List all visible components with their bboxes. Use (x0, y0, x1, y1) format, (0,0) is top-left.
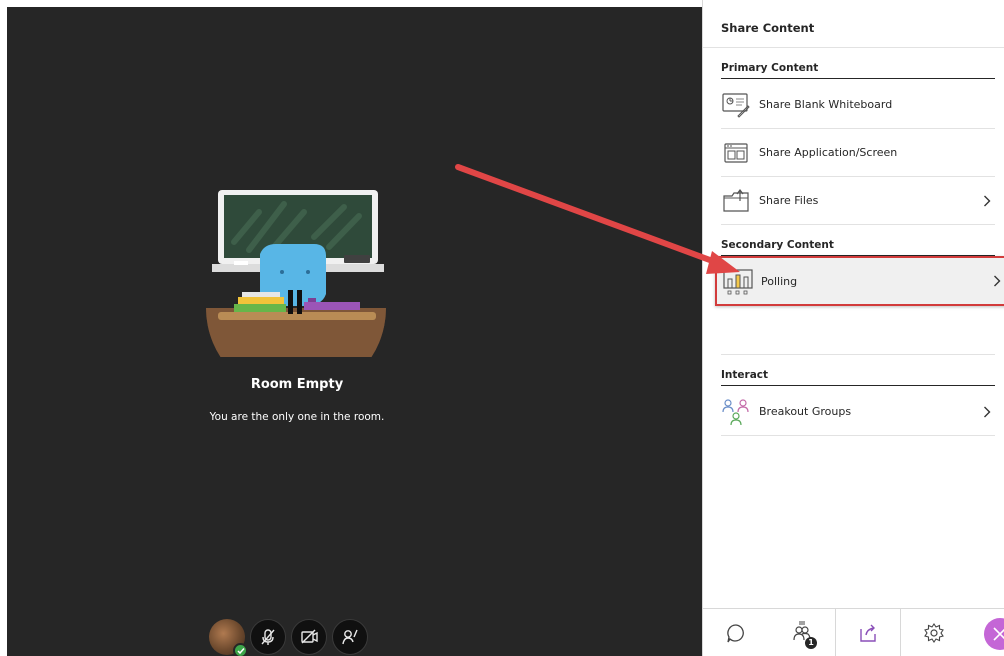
share-application-screen-item[interactable]: Share Application/Screen (721, 129, 995, 177)
section-interact: Interact (721, 369, 995, 386)
close-icon (993, 627, 1004, 641)
settings-icon (924, 622, 944, 643)
empty-room-illustration (206, 190, 386, 357)
polling-item[interactable]: Polling (715, 256, 1004, 306)
panel-bottom-bar: 1 (703, 608, 1004, 656)
section-secondary-content: Secondary Content (721, 239, 995, 256)
attendees-tab[interactable]: 1 (769, 609, 835, 656)
status-check-icon (233, 643, 248, 656)
chat-tab[interactable] (703, 609, 769, 656)
camera-off-icon (301, 629, 318, 644)
share-content-panel: Share Content Primary Content Share Blan… (702, 0, 1004, 656)
screen-share-icon (721, 138, 751, 168)
folder-icon (721, 186, 751, 216)
user-avatar[interactable] (209, 619, 248, 656)
chevron-right-icon (981, 194, 993, 208)
share-application-screen-label: Share Application/Screen (759, 146, 898, 159)
raise-hand-icon (342, 629, 358, 645)
close-panel-button[interactable] (984, 618, 1004, 650)
section-primary-content: Primary Content (721, 62, 995, 79)
breakout-groups-label: Breakout Groups (759, 405, 852, 418)
chevron-right-icon (991, 274, 1003, 288)
breakout-groups-item[interactable]: Breakout Groups (721, 388, 995, 436)
share-content-icon (860, 624, 876, 642)
panel-divider (703, 47, 1004, 48)
attendee-count-badge: 1 (805, 636, 817, 649)
share-files-item[interactable]: Share Files (721, 177, 995, 225)
camera-toggle-button[interactable] (291, 619, 327, 655)
media-controls (209, 617, 368, 656)
share-blank-whiteboard-label: Share Blank Whiteboard (759, 98, 893, 111)
chat-icon (727, 623, 744, 642)
polling-icon (723, 266, 753, 296)
section-divider (721, 354, 995, 355)
whiteboard-icon (721, 90, 751, 120)
chevron-right-icon (981, 405, 993, 419)
microphone-toggle-button[interactable] (250, 619, 286, 655)
raise-hand-button[interactable] (332, 619, 368, 655)
microphone-off-icon (261, 629, 275, 645)
share-content-tab[interactable] (835, 608, 901, 656)
room-empty-title: Room Empty (250, 377, 344, 392)
main-stage: Room Empty You are the only one in the r… (7, 7, 702, 656)
share-files-label: Share Files (759, 194, 819, 207)
panel-title: Share Content (721, 21, 815, 35)
collaborate-app: Room Empty You are the only one in the r… (0, 0, 1004, 656)
breakout-groups-icon (721, 397, 751, 427)
settings-tab[interactable] (901, 609, 967, 656)
polling-label: Polling (761, 274, 798, 288)
room-empty-subtitle: You are the only one in the room. (209, 411, 385, 423)
share-blank-whiteboard-item[interactable]: Share Blank Whiteboard (721, 81, 995, 129)
